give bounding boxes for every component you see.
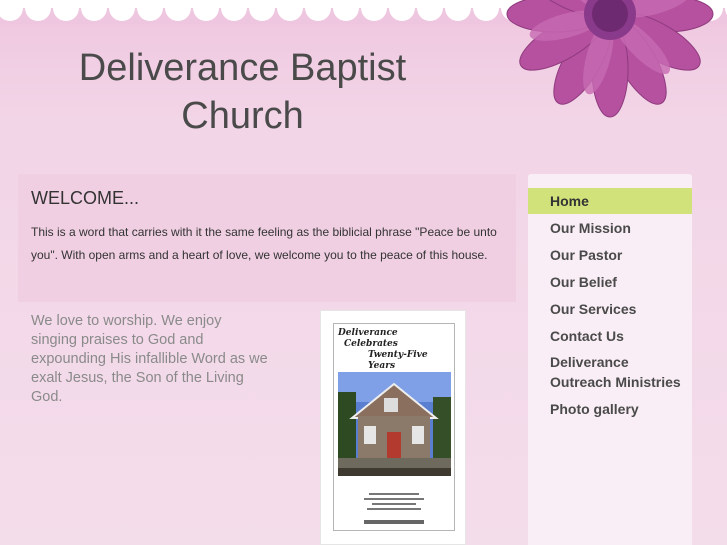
worship-text: We love to worship. We enjoy singing pra… — [31, 313, 268, 405]
flyer-frame: Deliverance Celebrates Twenty-Five Years — [333, 323, 455, 531]
flyer-motto — [364, 520, 424, 524]
nav-item-deliverance-outreach-ministries[interactable]: Deliverance Outreach Ministries — [528, 352, 692, 392]
welcome-heading: WELCOME... — [31, 188, 140, 208]
site-title-line2: Church — [181, 95, 304, 137]
nav-item-our-services[interactable]: Our Services — [528, 299, 692, 319]
nav-item-our-pastor[interactable]: Our Pastor — [528, 245, 692, 265]
welcome-box: WELCOME... This is a word that carries w… — [18, 174, 516, 302]
flyer-fine-print — [354, 490, 434, 513]
flyer-title-line2: Celebrates — [344, 339, 398, 349]
flyer-title-line1: Deliverance — [338, 328, 398, 338]
flower-icon — [498, 0, 727, 119]
site-title: Deliverance Baptist Church — [60, 44, 425, 140]
nav-item-contact-us[interactable]: Contact Us — [528, 326, 692, 346]
nav-item-our-mission[interactable]: Our Mission — [528, 218, 692, 238]
welcome-text: This is a word that carries with it the … — [31, 225, 497, 262]
flyer-title: Deliverance Celebrates Twenty-Five Years — [338, 328, 452, 372]
nav-item-home[interactable]: Home — [528, 188, 692, 214]
flyer-title-line3: Twenty-Five Years — [368, 350, 428, 371]
site-title-line1: Deliverance Baptist — [78, 47, 407, 89]
church-building-photo — [338, 372, 451, 476]
nav-item-photo-gallery[interactable]: Photo gallery — [528, 399, 692, 419]
anniversary-flyer-image[interactable]: Deliverance Celebrates Twenty-Five Years — [320, 310, 466, 545]
nav-item-our-belief[interactable]: Our Belief — [528, 272, 692, 292]
sidebar-nav: Home Our Mission Our Pastor Our Belief O… — [528, 174, 692, 545]
